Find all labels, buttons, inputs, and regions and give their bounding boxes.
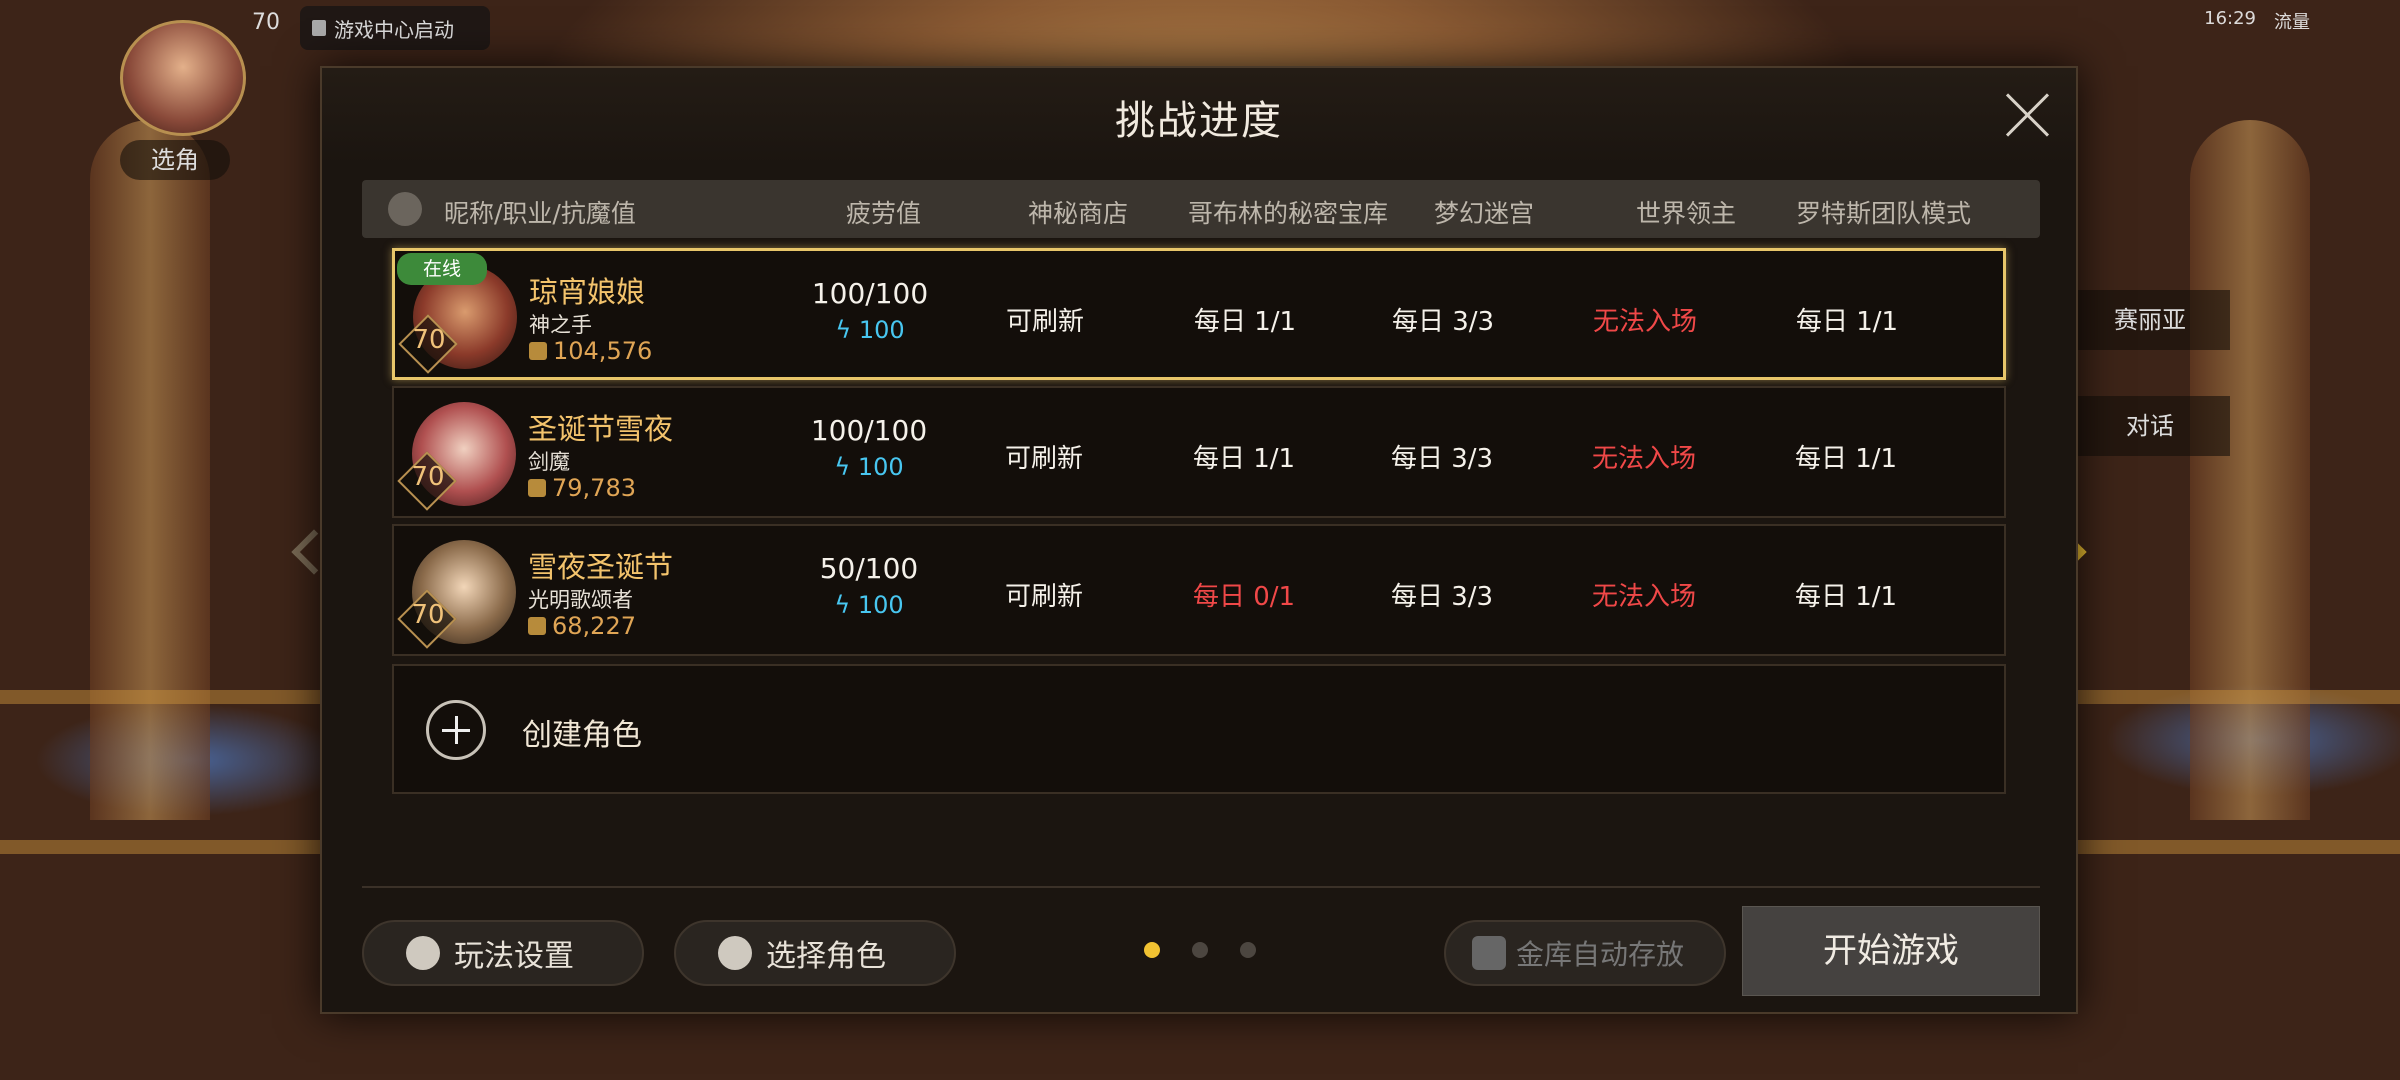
character-swap-icon [718,936,752,970]
character-level: 70 [412,325,446,355]
status-time: 16:29 [2204,8,2256,29]
character-power: 104,576 [529,337,652,365]
pagination-dots [1144,942,1256,958]
fatigue-bonus-value: 100 [858,316,905,344]
goblin-status: 每日 1/1 [1193,307,1297,337]
dialog-header: 挑战进度 [322,68,2076,164]
page-dot[interactable] [1192,942,1208,958]
vault-auto-deposit-label: 金库自动存放 [1516,938,1685,971]
player-level: 70 [252,10,280,35]
select-character-button[interactable]: 选择角色 [674,920,956,986]
status-bar: 16:29 流量 [2204,8,2310,34]
online-badge: 在线 [397,253,487,285]
maze-status: 每日 3/3 [1390,444,1494,474]
lightning-icon: ϟ [834,453,858,481]
fatigue-bonus-value: 100 [857,591,904,619]
create-character-button[interactable]: 创建角色 [392,664,2006,794]
create-character-label: 创建角色 [522,718,642,753]
header-world-boss: 世界领主 [1636,199,1737,228]
header-goblin: 哥布林的秘密宝库 [1188,199,1389,228]
gameplay-settings-label: 玩法设置 [454,939,574,974]
header-shop: 神秘商店 [1028,199,1129,228]
character-row[interactable]: 70 在线 琼宵娘娘 神之手 104,576 100/100 ϟ 100 可刷新… [392,248,2006,380]
character-class: 光明歌颂者 [528,588,633,612]
lock-icon [312,20,326,36]
role-select-hud[interactable]: 选角 [120,140,230,180]
character-row[interactable]: 70 圣诞节雪夜 剑魔 79,783 100/100 ϟ 100 可刷新 每日 … [392,386,2006,518]
power-value: 104,576 [553,337,653,365]
shop-status: 可刷新 [1005,307,1084,337]
character-power: 79,783 [528,474,636,502]
fatigue-value: 100/100 [810,414,928,447]
talk-label: 对话 [2126,412,2174,440]
lotus-status: 每日 1/1 [1795,307,1899,337]
divider [362,886,2040,888]
character-class: 剑魔 [528,450,570,474]
character-name: 琼宵娘娘 [529,275,646,309]
fatigue-bonus-value: 100 [857,453,904,481]
character-level: 70 [411,462,445,492]
character-power: 68,227 [528,612,636,640]
fatigue-cell: 100/100 ϟ 100 [784,414,954,481]
role-select-hud-label: 选角 [151,146,199,174]
fatigue-bonus: ϟ 100 [784,453,954,481]
anti-magic-icon [528,479,546,497]
world-boss-status: 无法入场 [1591,582,1696,612]
column-header: 昵称/职业/抗魔值 疲劳值 神秘商店 哥布林的秘密宝库 梦幻迷宫 世界领主 罗特… [362,180,2040,238]
game-center-label: 游戏中心启动 [334,17,454,42]
fatigue-value: 50/100 [819,552,919,585]
character-name: 雪夜圣诞节 [528,550,674,584]
vault-icon [1472,936,1506,970]
world-boss-status: 无法入场 [1592,307,1697,337]
gear-icon [406,936,440,970]
header-lotus: 罗特斯团队模式 [1796,199,1972,228]
fatigue-cell: 100/100 ϟ 100 [785,277,955,344]
world-boss-status: 无法入场 [1591,444,1696,474]
fatigue-cell: 50/100 ϟ 100 [784,552,954,619]
player-avatar[interactable] [120,20,246,136]
shop-status: 可刷新 [1004,582,1083,612]
talk-button[interactable]: 对话 [2070,396,2230,456]
fatigue-bonus: ϟ 100 [785,316,955,344]
page-dot[interactable] [1240,942,1256,958]
maze-status: 每日 3/3 [1391,307,1495,337]
header-maze: 梦幻迷宫 [1434,199,1535,228]
power-value: 79,783 [552,474,636,502]
fatigue-value: 100/100 [811,277,929,310]
goblin-status: 每日 0/1 [1192,582,1296,612]
character-silhouette-icon [388,192,422,226]
fatigue-bonus: ϟ 100 [784,591,954,619]
select-character-label: 选择角色 [766,939,886,974]
maze-status: 每日 3/3 [1390,582,1494,612]
lightning-icon: ϟ [835,316,859,344]
power-value: 68,227 [552,612,636,640]
npc-seria-button[interactable]: 赛丽亚 [2070,290,2230,350]
shop-status: 可刷新 [1004,444,1083,474]
character-level: 70 [411,600,445,630]
character-class: 神之手 [529,313,592,337]
plus-icon [426,700,486,760]
goblin-status: 每日 1/1 [1192,444,1296,474]
game-center-notice[interactable]: 游戏中心启动 [300,6,490,50]
close-icon[interactable] [2002,90,2052,140]
lotus-status: 每日 1/1 [1794,444,1898,474]
lotus-status: 每日 1/1 [1794,582,1898,612]
header-fatigue: 疲劳值 [846,199,922,228]
gameplay-settings-button[interactable]: 玩法设置 [362,920,644,986]
anti-magic-icon [528,617,546,635]
status-extra: 流量 [2274,12,2310,33]
vault-auto-deposit-button[interactable]: 金库自动存放 [1444,920,1726,986]
page-dot[interactable] [1144,942,1160,958]
character-name: 圣诞节雪夜 [528,412,674,446]
dialog-title: 挑战进度 [1115,98,1283,144]
challenge-progress-dialog: 挑战进度 昵称/职业/抗魔值 疲劳值 神秘商店 哥布林的秘密宝库 梦幻迷宫 世界… [320,66,2078,1014]
header-name: 昵称/职业/抗魔值 [444,199,636,228]
anti-magic-icon [529,342,547,360]
lightning-icon: ϟ [834,591,858,619]
npc-seria-label: 赛丽亚 [2114,306,2186,334]
character-row[interactable]: 70 雪夜圣诞节 光明歌颂者 68,227 50/100 ϟ 100 可刷新 每… [392,524,2006,656]
start-game-button[interactable]: 开始游戏 [1742,906,2040,996]
